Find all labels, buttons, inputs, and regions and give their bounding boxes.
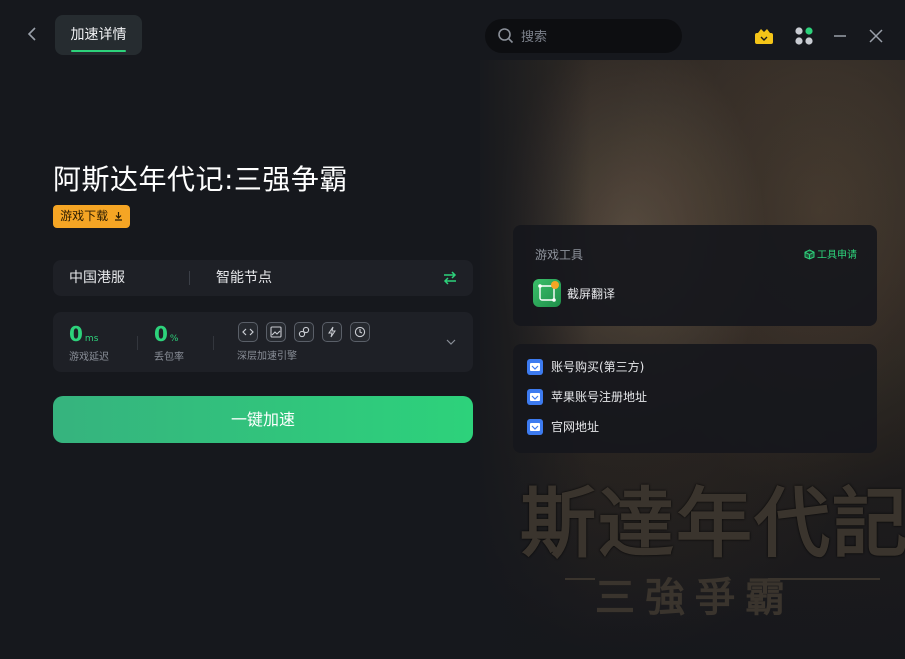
link-label: 官网地址 — [551, 420, 600, 434]
link-label: 苹果账号注册地址 — [551, 390, 648, 404]
download-label: 游戏下载 — [60, 209, 109, 223]
server-region[interactable]: 中国港服 — [69, 260, 125, 296]
gift-crown-icon[interactable] — [753, 25, 775, 47]
tab-active-indicator — [71, 50, 126, 52]
search-box[interactable] — [485, 19, 682, 55]
banner-logo-line-right — [768, 578, 880, 580]
one-click-accelerate-button[interactable]: 一键加速 — [53, 396, 473, 443]
acceleration-stats: 0 ms 游戏延迟 0% 丢包率 深层加速引擎 — [53, 312, 473, 372]
link-icon — [527, 359, 543, 375]
latency-unit: ms — [84, 334, 99, 344]
tab-acceleration-details[interactable]: 加速详情 — [55, 15, 142, 55]
engine-label: 深层加速引擎 — [237, 351, 297, 362]
link-label: 账号购买(第三方) — [551, 360, 645, 374]
server-selector: 中国港服 智能节点 — [53, 260, 473, 296]
server-node[interactable]: 智能节点 — [216, 260, 272, 296]
minimize-icon[interactable] — [829, 25, 851, 47]
engine-image-icon[interactable] — [266, 322, 286, 342]
chevron-left-icon — [27, 27, 36, 41]
apps-grid-icon[interactable] — [793, 25, 815, 47]
banner-logo-line-left — [565, 578, 595, 580]
packet-loss-value: 0 — [154, 322, 168, 346]
packet-loss-label: 丢包率 — [154, 352, 184, 363]
engine-lightning-icon[interactable] — [322, 322, 342, 342]
latency-label: 游戏延迟 — [69, 352, 109, 363]
download-icon — [114, 212, 122, 221]
screenshot-translate-icon — [533, 279, 561, 307]
packet-loss-unit: % — [169, 334, 179, 344]
divider — [189, 271, 190, 285]
game-links-panel: 账号购买(第三方) 苹果账号注册地址 官网地址 — [513, 344, 877, 453]
cube-icon — [804, 249, 815, 260]
game-download-button[interactable]: 游戏下载 — [53, 205, 130, 228]
link-icon — [527, 419, 543, 435]
game-tools-panel: 游戏工具 工具申请 截屏翻译 — [513, 225, 877, 326]
tool-apply-label: 工具申请 — [817, 250, 857, 261]
switch-server-icon[interactable] — [442, 270, 458, 286]
engine-timer-icon[interactable] — [350, 322, 370, 342]
latency-value: 0 — [69, 322, 83, 346]
back-button[interactable] — [26, 24, 46, 46]
tab-label: 加速详情 — [70, 27, 127, 43]
tool-label: 截屏翻译 — [567, 287, 616, 301]
latency-stat: 0 ms 游戏延迟 — [69, 322, 109, 363]
link-icon — [527, 389, 543, 405]
banner-game-logo: 斯達年代記 — [520, 479, 905, 568]
tools-title: 游戏工具 — [535, 248, 584, 262]
chevron-down-icon[interactable] — [445, 336, 457, 348]
divider — [213, 336, 214, 350]
search-input[interactable] — [519, 19, 673, 55]
close-icon[interactable] — [865, 25, 887, 47]
engine-code-icon[interactable] — [238, 322, 258, 342]
divider — [137, 336, 138, 350]
banner-game-logo-subtitle: 三強爭霸 — [595, 574, 795, 621]
engine-link-icon[interactable] — [294, 322, 314, 342]
tool-apply-link[interactable]: 工具申请 — [804, 246, 857, 261]
game-title: 阿斯达年代记:三强争霸 — [53, 163, 348, 196]
search-icon — [498, 28, 514, 44]
packet-loss-stat: 0% 丢包率 — [154, 322, 184, 363]
